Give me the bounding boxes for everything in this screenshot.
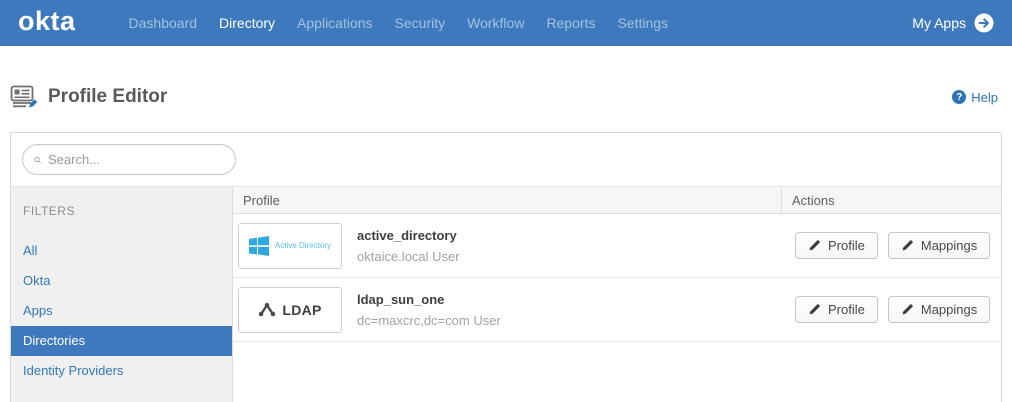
active-directory-logo-text: Active Directory: [275, 241, 331, 250]
pencil-icon: [901, 239, 914, 252]
column-header-actions: Actions: [781, 187, 1001, 213]
pencil-icon: [808, 303, 821, 316]
profile-description: oktaice.local User: [357, 249, 460, 264]
windows-icon: [249, 236, 269, 256]
profile-description: dc=maxcrc,dc=com User: [357, 313, 501, 328]
actions-cell: Profile Mappings: [781, 232, 1001, 259]
ldap-logo-text: LDAP: [282, 302, 321, 318]
my-apps-label: My Apps: [912, 15, 966, 31]
okta-logo[interactable]: okta: [18, 8, 76, 39]
pencil-icon: [808, 239, 821, 252]
filters-heading: FILTERS: [11, 187, 232, 224]
search-icon: [34, 153, 41, 167]
profile-editor-panel: FILTERS All Okta Apps Directories Identi…: [10, 132, 1002, 402]
help-link[interactable]: ? Help: [952, 90, 998, 105]
nav-item-reports[interactable]: Reports: [535, 15, 606, 31]
profile-cell: Active Directory active_directory oktaic…: [233, 223, 781, 269]
active-directory-logo: Active Directory: [238, 223, 342, 269]
my-apps-button[interactable]: My Apps: [912, 13, 994, 33]
filter-list: All Okta Apps Directories Identity Provi…: [11, 236, 232, 386]
filter-item-okta[interactable]: Okta: [11, 266, 232, 296]
table-header: Profile Actions: [233, 187, 1001, 214]
page-header: Profile Editor ? Help: [0, 46, 1012, 132]
nav-item-security[interactable]: Security: [384, 15, 457, 31]
nav-item-workflow[interactable]: Workflow: [456, 15, 535, 31]
nav-item-dashboard[interactable]: Dashboard: [118, 15, 209, 31]
search-box: [22, 144, 236, 175]
ldap-nodes-icon: [258, 302, 276, 317]
profile-button-label: Profile: [828, 302, 865, 317]
mappings-button[interactable]: Mappings: [888, 296, 990, 323]
profiles-table: Profile Actions Active Directory active_…: [233, 187, 1001, 402]
filter-item-all[interactable]: All: [11, 236, 232, 266]
main-nav: Dashboard Directory Applications Securit…: [118, 15, 680, 31]
nav-item-directory[interactable]: Directory: [208, 15, 286, 31]
top-navbar: okta Dashboard Directory Applications Se…: [0, 0, 1012, 46]
help-label: Help: [971, 90, 998, 105]
pencil-icon: [901, 303, 914, 316]
actions-cell: Profile Mappings: [781, 296, 1001, 323]
filter-item-directories[interactable]: Directories: [11, 326, 232, 356]
profile-name: active_directory: [357, 228, 460, 243]
profile-button[interactable]: Profile: [795, 296, 878, 323]
filter-item-apps[interactable]: Apps: [11, 296, 232, 326]
help-icon: ?: [952, 90, 966, 104]
column-header-profile: Profile: [233, 187, 781, 213]
profile-info: active_directory oktaice.local User: [357, 228, 460, 264]
mappings-button-label: Mappings: [921, 302, 977, 317]
mappings-button[interactable]: Mappings: [888, 232, 990, 259]
profile-name: ldap_sun_one: [357, 292, 501, 307]
profile-cell: LDAP ldap_sun_one dc=maxcrc,dc=com User: [233, 287, 781, 333]
search-row: [11, 133, 1001, 187]
ldap-logo: LDAP: [238, 287, 342, 333]
search-input[interactable]: [48, 152, 224, 167]
mappings-button-label: Mappings: [921, 238, 977, 253]
table-row: LDAP ldap_sun_one dc=maxcrc,dc=com User …: [233, 278, 1001, 342]
filters-sidebar: FILTERS All Okta Apps Directories Identi…: [11, 187, 233, 402]
table-row: Active Directory active_directory oktaic…: [233, 214, 1001, 278]
nav-item-applications[interactable]: Applications: [286, 15, 384, 31]
page-title: Profile Editor: [48, 86, 167, 108]
profile-info: ldap_sun_one dc=maxcrc,dc=com User: [357, 292, 501, 328]
profile-button[interactable]: Profile: [795, 232, 878, 259]
nav-item-settings[interactable]: Settings: [606, 15, 679, 31]
profile-editor-icon: [10, 85, 38, 109]
filter-item-identity-providers[interactable]: Identity Providers: [11, 356, 232, 386]
profile-button-label: Profile: [828, 238, 865, 253]
arrow-right-circle-icon: [974, 13, 994, 33]
